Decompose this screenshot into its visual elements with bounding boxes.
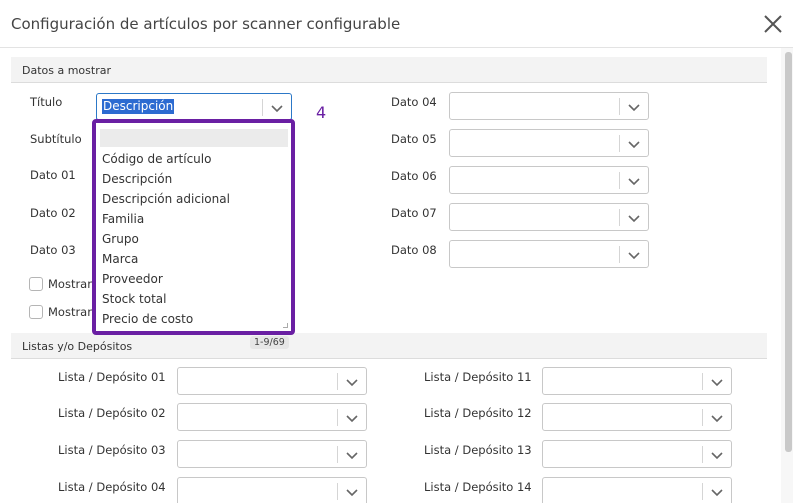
dropdown-option[interactable]: Descripción <box>102 171 230 191</box>
lista-02-select[interactable] <box>177 403 367 431</box>
dato-08-select[interactable] <box>449 240 649 268</box>
chevron-down-icon[interactable] <box>627 248 641 262</box>
chevron-down-icon[interactable] <box>710 448 724 462</box>
dropdown-option-empty[interactable] <box>100 129 288 147</box>
section-listas-depositos: Listas y/o Depósitos <box>11 333 767 359</box>
label-lista-04: Lista / Depósito 04 <box>58 480 166 494</box>
dropdown-option[interactable]: Familia <box>102 211 230 231</box>
section-label: Listas y/o Depósitos <box>22 340 133 353</box>
label-lista-03: Lista / Depósito 03 <box>58 443 166 457</box>
label-lista-14: Lista / Depósito 14 <box>424 480 532 494</box>
mostrar-checkbox-1[interactable] <box>29 277 43 291</box>
dialog-title: Configuración de artículos por scanner c… <box>11 15 401 33</box>
close-icon[interactable] <box>762 13 784 35</box>
label-lista-13: Lista / Depósito 13 <box>424 443 532 457</box>
lista-14-select[interactable] <box>542 477 732 503</box>
dato-05-select[interactable] <box>449 129 649 157</box>
label-dato-07: Dato 07 <box>391 206 437 220</box>
chevron-down-icon[interactable] <box>710 375 724 389</box>
titulo-dropdown-list: Código de artículo Descripción Descripción… <box>92 119 295 335</box>
label-lista-01: Lista / Depósito 01 <box>58 370 166 384</box>
chevron-down-icon[interactable] <box>627 137 641 151</box>
chevron-down-icon[interactable] <box>270 101 284 115</box>
chevron-down-icon[interactable] <box>627 100 641 114</box>
chevron-down-icon[interactable] <box>345 448 359 462</box>
dropdown-option[interactable]: Proveedor <box>102 271 230 291</box>
scrollbar-thumb[interactable] <box>785 52 792 452</box>
label-lista-11: Lista / Depósito 11 <box>424 370 532 384</box>
titulo-select-value: Descripción <box>102 99 175 114</box>
mostrar-label-1: Mostrar <box>48 277 92 291</box>
lista-12-select[interactable] <box>542 403 732 431</box>
dropdown-options: Código de artículo Descripción Descripción… <box>102 151 230 331</box>
mostrar-label-2: Mostrar <box>48 305 92 319</box>
label-titulo: Título <box>30 95 63 109</box>
chevron-down-icon[interactable] <box>345 411 359 425</box>
label-dato-05: Dato 05 <box>391 132 437 146</box>
lista-03-select[interactable] <box>177 440 367 468</box>
lista-04-select[interactable] <box>177 477 367 503</box>
dropdown-option[interactable]: Marca <box>102 251 230 271</box>
section-datos-a-mostrar: Datos a mostrar <box>11 57 767 83</box>
chevron-down-icon[interactable] <box>710 411 724 425</box>
section-label: Datos a mostrar <box>22 64 111 77</box>
label-lista-02: Lista / Depósito 02 <box>58 406 166 420</box>
chevron-down-icon[interactable] <box>627 174 641 188</box>
chevron-down-icon[interactable] <box>627 211 641 225</box>
label-dato-06: Dato 06 <box>391 169 437 183</box>
dialog-header: Configuración de artículos por scanner c… <box>0 0 793 48</box>
resize-handle[interactable] <box>283 323 288 328</box>
label-dato-03: Dato 03 <box>30 243 76 257</box>
lista-11-select[interactable] <box>542 367 732 395</box>
label-subtitulo: Subtítulo <box>30 132 82 146</box>
label-dato-02: Dato 02 <box>30 206 76 220</box>
lista-13-select[interactable] <box>542 440 732 468</box>
dropdown-option[interactable]: Descripción adicional <box>102 191 230 211</box>
mostrar-checkbox-2[interactable] <box>29 305 43 319</box>
dropdown-option[interactable]: Grupo <box>102 231 230 251</box>
chevron-down-icon[interactable] <box>345 485 359 499</box>
label-dato-04: Dato 04 <box>391 95 437 109</box>
chevron-down-icon[interactable] <box>345 375 359 389</box>
dato-07-select[interactable] <box>449 203 649 231</box>
page-indicator-badge: 1-9/69 <box>250 336 289 349</box>
label-dato-08: Dato 08 <box>391 243 437 257</box>
dropdown-option[interactable]: Stock total <box>102 291 230 311</box>
lista-01-select[interactable] <box>177 367 367 395</box>
dropdown-option[interactable]: Código de artículo <box>102 151 230 171</box>
annotation-number: 4 <box>316 103 327 122</box>
label-lista-12: Lista / Depósito 12 <box>424 406 532 420</box>
label-dato-01: Dato 01 <box>30 168 76 182</box>
dato-06-select[interactable] <box>449 166 649 194</box>
dropdown-option[interactable]: Precio de costo <box>102 311 230 331</box>
chevron-down-icon[interactable] <box>710 485 724 499</box>
titulo-select[interactable]: Descripción <box>96 93 292 121</box>
dato-04-select[interactable] <box>449 92 649 120</box>
